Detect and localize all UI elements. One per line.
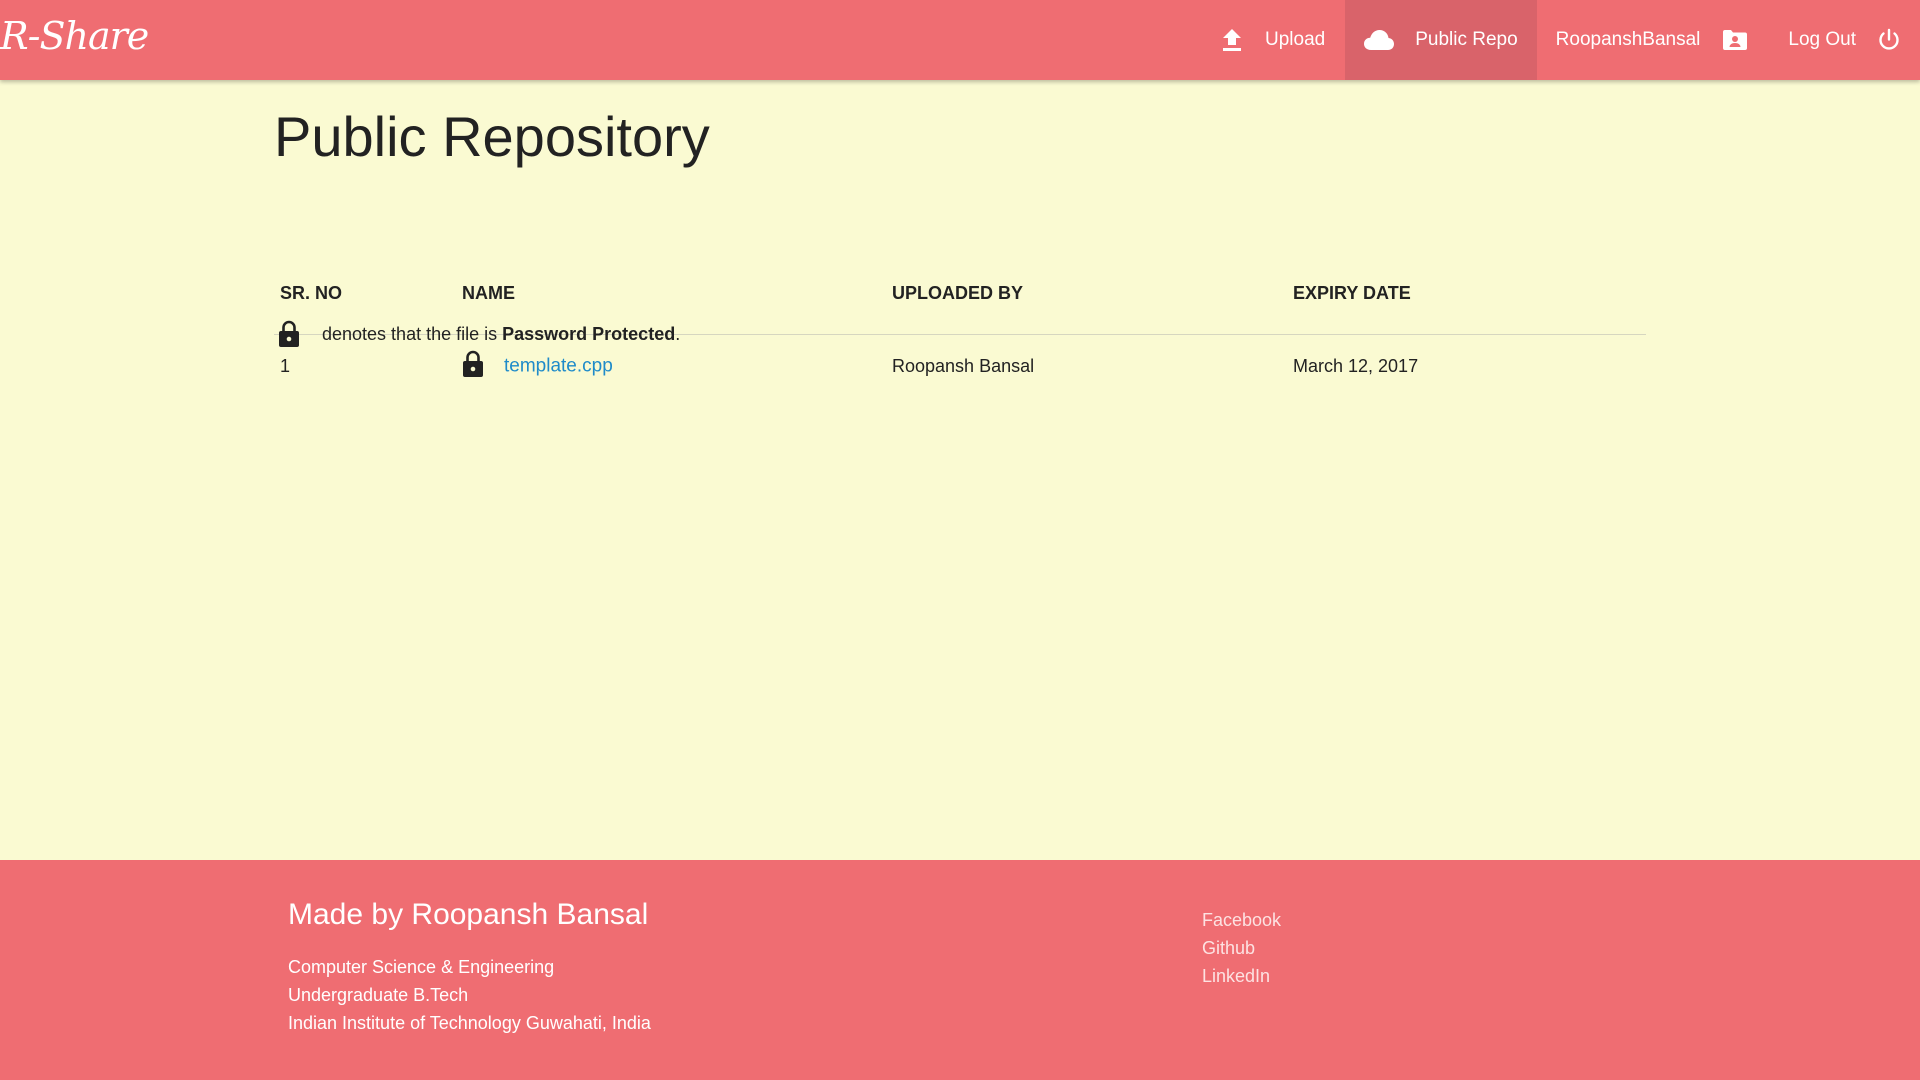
brand-logo[interactable]: R-Share [0,14,149,58]
legend-prefix: denotes that the file is [322,323,498,344]
lock-icon [462,350,484,383]
header-uploaded-by: UPLOADED BY [886,254,1287,335]
account-box-icon [1722,29,1748,51]
nav-upload[interactable]: Upload [1201,0,1345,80]
footer-links: Facebook Github LinkedIn [1202,906,1281,990]
cell-uploaded-by: Roopansh Bansal [892,355,1035,376]
footer-line-institute: Indian Institute of Technology Guwahati,… [288,1013,651,1033]
power-icon [1877,28,1901,52]
nav-menu: Upload Public Repo RoopanshBansal Log Ou… [1201,0,1920,80]
cloud-icon [1363,29,1395,51]
footer-link-github[interactable]: Github [1202,934,1281,962]
footer-line-department: Computer Science & Engineering [288,957,555,977]
footer: Made by Roopansh Bansal Computer Science… [0,860,1920,1080]
header-expiry-date: EXPIRY DATE [1287,254,1646,335]
nav-user[interactable]: RoopanshBansal [1537,0,1769,80]
legend-bold: Password Protected [502,323,676,344]
footer-title: Made by Roopansh Bansal [288,898,649,931]
nav-public-repo[interactable]: Public Repo [1345,0,1537,80]
footer-link-facebook[interactable]: Facebook [1202,906,1281,934]
footer-info: Computer Science & Engineering Undergrad… [288,953,651,1037]
file-link[interactable]: template.cpp [504,355,613,376]
upload-icon [1221,28,1243,52]
page-title: Public Repository [274,105,710,168]
footer-line-degree: Undergraduate B.Tech [288,985,469,1005]
nav-user-label: RoopanshBansal [1555,29,1701,50]
nav-logout-label: Log Out [1788,29,1856,50]
nav-upload-label: Upload [1265,29,1326,50]
nav-public-repo-label: Public Repo [1415,29,1518,50]
lock-icon [278,320,300,348]
legend-suffix: . [675,323,681,344]
navbar: R-Share Upload Public Repo RoopanshBansa… [0,0,1920,80]
footer-link-linkedin[interactable]: LinkedIn [1202,962,1281,990]
cell-expiry-date: March 12, 2017 [1293,355,1419,376]
nav-logout[interactable]: Log Out [1768,0,1920,80]
password-legend: denotes that the file is Password Protec… [278,320,680,348]
